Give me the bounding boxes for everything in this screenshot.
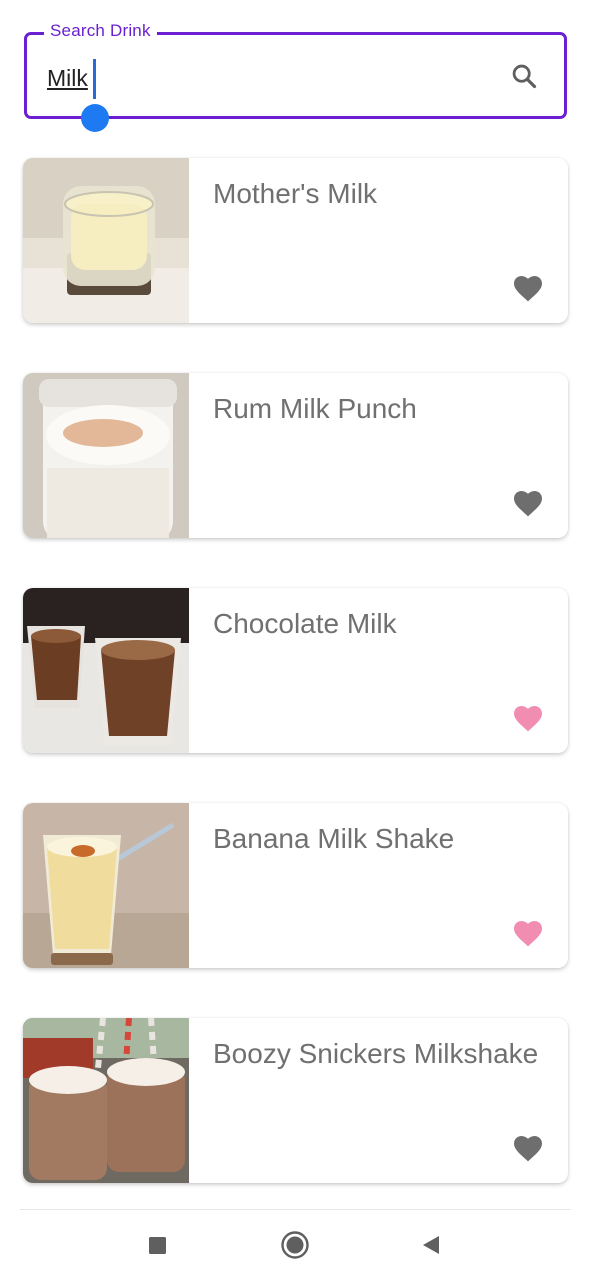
drink-name: Mother's Milk xyxy=(213,178,378,209)
drink-card[interactable]: Boozy Snickers Milkshake xyxy=(23,1018,568,1183)
recents-square-icon[interactable] xyxy=(142,1230,172,1260)
search-input[interactable]: Milk xyxy=(47,65,88,92)
favorite-heart-icon[interactable] xyxy=(512,488,544,518)
drink-card[interactable]: Mother's Milk xyxy=(23,158,568,323)
back-triangle-icon[interactable] xyxy=(416,1230,446,1260)
favorite-heart-icon[interactable] xyxy=(512,273,544,303)
drink-thumbnail xyxy=(23,588,189,753)
drink-thumbnail xyxy=(23,158,189,323)
search-drink-field[interactable]: Search Drink Milk xyxy=(24,21,567,132)
favorite-heart-icon[interactable] xyxy=(512,918,544,948)
drink-card[interactable]: Chocolate Milk xyxy=(23,588,568,753)
favorite-heart-icon[interactable] xyxy=(512,703,544,733)
drink-name: Chocolate Milk xyxy=(213,608,397,639)
favorite-heart-icon[interactable] xyxy=(512,1133,544,1163)
drink-thumbnail xyxy=(23,803,189,968)
search-icon[interactable] xyxy=(510,62,538,90)
home-circle-icon[interactable] xyxy=(280,1230,310,1260)
drink-name: Rum Milk Punch xyxy=(213,393,417,424)
drink-name: Boozy Snickers Milkshake xyxy=(213,1038,539,1069)
drink-name: Banana Milk Shake xyxy=(213,823,455,854)
text-cursor xyxy=(93,59,96,99)
cursor-handle[interactable] xyxy=(81,104,109,132)
drink-thumbnail xyxy=(23,1018,189,1183)
drink-card[interactable]: Banana Milk Shake xyxy=(23,803,568,968)
drink-thumbnail xyxy=(23,373,189,538)
nav-bar-divider xyxy=(20,1209,571,1210)
search-field-label: Search Drink xyxy=(44,21,157,41)
drink-card[interactable]: Rum Milk Punch xyxy=(23,373,568,538)
